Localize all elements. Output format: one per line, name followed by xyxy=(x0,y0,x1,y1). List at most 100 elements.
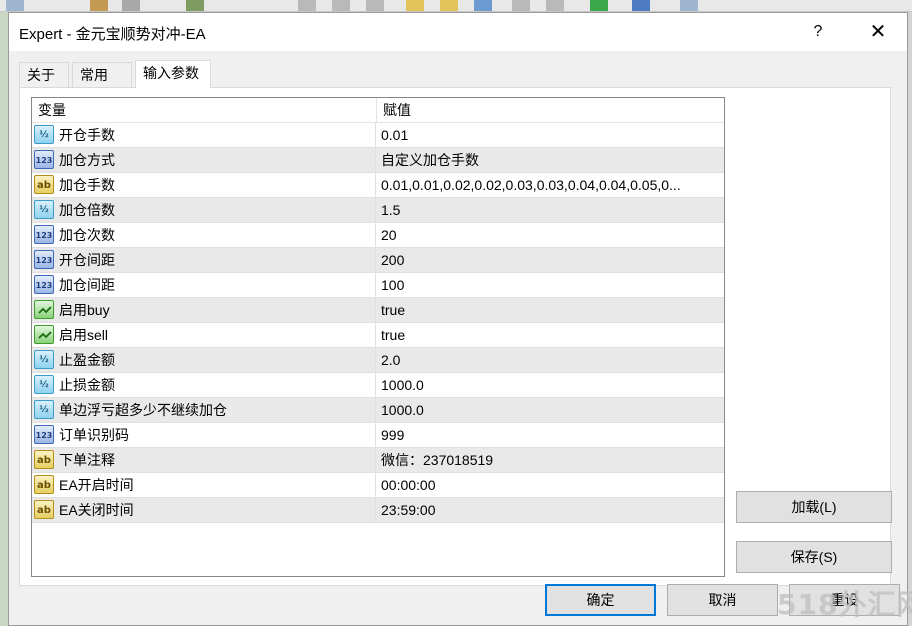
grid-rows: ½ 开仓手数 0.01 123 加仓方式 自定义加仓手数 ab 加仓手数 0.01,0.01,0… xyxy=(32,123,724,523)
parameter-row[interactable]: 123 订单识别码 999 xyxy=(32,423,724,448)
double-type-icon: ½ xyxy=(34,400,54,419)
parameter-name: 订单识别码 xyxy=(59,427,129,443)
toolbar-icon xyxy=(186,0,204,11)
load-button[interactable]: 加载(L) xyxy=(736,491,892,523)
bool-type-icon xyxy=(34,300,54,319)
double-type-icon: ½ xyxy=(34,375,54,394)
parameter-value[interactable]: 200 xyxy=(376,248,724,272)
parameter-value[interactable]: 0.01,0.01,0.02,0.02,0.03,0.03,0.04,0.04,… xyxy=(376,173,724,197)
parameter-value[interactable]: 1.5 xyxy=(376,198,724,222)
parameter-name-cell: ½ 单边浮亏超多少不继续加仓 xyxy=(32,398,376,422)
site-watermark: 518外汇网 xyxy=(777,588,912,621)
toolbar-icon xyxy=(474,0,492,11)
tab-common[interactable]: 常用 xyxy=(72,62,132,88)
parameter-value[interactable]: 1000.0 xyxy=(376,373,724,397)
close-button[interactable]: ✕ xyxy=(855,13,901,51)
parameter-name: 加仓倍数 xyxy=(59,202,115,218)
parameter-name-cell: ab EA开启时间 xyxy=(32,473,376,497)
parameters-grid: 变量 赋值 ½ 开仓手数 0.01 123 加仓方式 自定义加仓手数 ab 加仓手数 0.01,… xyxy=(31,97,725,577)
parameter-name-cell: 123 加仓间距 xyxy=(32,273,376,297)
parameter-row[interactable]: 123 加仓次数 20 xyxy=(32,223,724,248)
parameter-row[interactable]: ab EA关闭时间 23:59:00 xyxy=(32,498,724,523)
int-type-icon: 123 xyxy=(34,150,54,169)
help-button[interactable]: ? xyxy=(795,13,841,51)
parameter-row[interactable]: ab 加仓手数 0.01,0.01,0.02,0.02,0.03,0.03,0.04… xyxy=(32,173,724,198)
parameter-row[interactable]: ½ 加仓倍数 1.5 xyxy=(32,198,724,223)
cancel-button[interactable]: 取消 xyxy=(667,584,778,616)
parameter-row[interactable]: ab EA开启时间 00:00:00 xyxy=(32,473,724,498)
string-type-icon: ab xyxy=(34,450,54,469)
parameter-name: 止损金额 xyxy=(59,377,115,393)
parameter-value[interactable]: true xyxy=(376,323,724,347)
string-type-icon: ab xyxy=(34,475,54,494)
parameter-name-cell: 启用sell xyxy=(32,323,376,347)
int-type-icon: 123 xyxy=(34,250,54,269)
parameter-name: 开仓间距 xyxy=(59,252,115,268)
parameter-name: 启用sell xyxy=(59,327,109,343)
parameter-name: 开仓手数 xyxy=(59,127,115,143)
inputs-panel: 变量 赋值 ½ 开仓手数 0.01 123 加仓方式 自定义加仓手数 ab 加仓手数 0.01,… xyxy=(19,87,892,586)
parameter-value[interactable]: 100 xyxy=(376,273,724,297)
parameter-row[interactable]: 123 加仓方式 自定义加仓手数 xyxy=(32,148,724,173)
parameter-value[interactable]: 微信：237018519 xyxy=(376,448,724,472)
column-header-value[interactable]: 赋值 xyxy=(377,98,724,123)
int-type-icon: 123 xyxy=(34,225,54,244)
parameter-name-cell: ½ 加仓倍数 xyxy=(32,198,376,222)
parameter-name-cell: ½ 止损金额 xyxy=(32,373,376,397)
parameter-name-cell: 123 开仓间距 xyxy=(32,248,376,272)
toolbar-icon xyxy=(512,0,530,11)
parameter-name-cell: 启用buy xyxy=(32,298,376,322)
toolbar-icon xyxy=(680,0,698,11)
background-toolbar xyxy=(0,0,912,12)
double-type-icon: ½ xyxy=(34,125,54,144)
parameter-value[interactable]: 0.01 xyxy=(376,123,724,147)
toolbar-icon xyxy=(632,0,650,11)
parameter-row[interactable]: 123 加仓间距 100 xyxy=(32,273,724,298)
ok-button[interactable]: 确定 xyxy=(545,584,656,616)
parameter-row[interactable]: ½ 单边浮亏超多少不继续加仓 1000.0 xyxy=(32,398,724,423)
parameter-name-cell: 123 订单识别码 xyxy=(32,423,376,447)
parameter-value[interactable]: 23:59:00 xyxy=(376,498,724,522)
window-title: Expert - 金元宝顺势对冲-EA xyxy=(19,26,206,43)
parameter-name-cell: ab 加仓手数 xyxy=(32,173,376,197)
parameter-row[interactable]: 启用sell true xyxy=(32,323,724,348)
parameter-row[interactable]: 123 开仓间距 200 xyxy=(32,248,724,273)
parameter-value[interactable]: 20 xyxy=(376,223,724,247)
parameter-name: 加仓次数 xyxy=(59,227,115,243)
string-type-icon: ab xyxy=(34,175,54,194)
parameter-value[interactable]: 00:00:00 xyxy=(376,473,724,497)
toolbar-icon xyxy=(90,0,108,11)
parameter-row[interactable]: ½ 止盈金额 2.0 xyxy=(32,348,724,373)
parameter-name: 加仓方式 xyxy=(59,152,115,168)
string-type-icon: ab xyxy=(34,500,54,519)
toolbar-icon xyxy=(122,0,140,11)
parameter-name: 启用buy xyxy=(59,302,110,318)
toolbar-icon xyxy=(332,0,350,11)
parameter-row[interactable]: 启用buy true xyxy=(32,298,724,323)
parameter-row[interactable]: ½ 开仓手数 0.01 xyxy=(32,123,724,148)
background-chart-edge xyxy=(908,12,912,626)
toolbar-icon xyxy=(546,0,564,11)
parameter-value[interactable]: true xyxy=(376,298,724,322)
column-header-name[interactable]: 变量 xyxy=(32,98,376,123)
parameter-value[interactable]: 999 xyxy=(376,423,724,447)
parameter-value[interactable]: 2.0 xyxy=(376,348,724,372)
save-button[interactable]: 保存(S) xyxy=(736,541,892,573)
tab-about[interactable]: 关于 xyxy=(19,62,69,88)
parameter-row[interactable]: ab 下单注释 微信：237018519 xyxy=(32,448,724,473)
parameter-name: 止盈金额 xyxy=(59,352,115,368)
bool-type-icon xyxy=(34,325,54,344)
toolbar-icon xyxy=(406,0,424,11)
background-chart-edge xyxy=(0,12,8,626)
toolbar-icon xyxy=(590,0,608,11)
parameter-name: EA关闭时间 xyxy=(59,502,134,518)
parameter-name: EA开启时间 xyxy=(59,477,134,493)
parameter-value[interactable]: 1000.0 xyxy=(376,398,724,422)
tab-inputs[interactable]: 输入参数 xyxy=(135,60,211,89)
parameter-name: 下单注释 xyxy=(59,452,115,468)
toolbar-icon xyxy=(366,0,384,11)
parameter-name-cell: ab 下单注释 xyxy=(32,448,376,472)
parameter-row[interactable]: ½ 止损金额 1000.0 xyxy=(32,373,724,398)
parameter-value[interactable]: 自定义加仓手数 xyxy=(376,148,724,172)
parameter-name-cell: ½ 开仓手数 xyxy=(32,123,376,147)
